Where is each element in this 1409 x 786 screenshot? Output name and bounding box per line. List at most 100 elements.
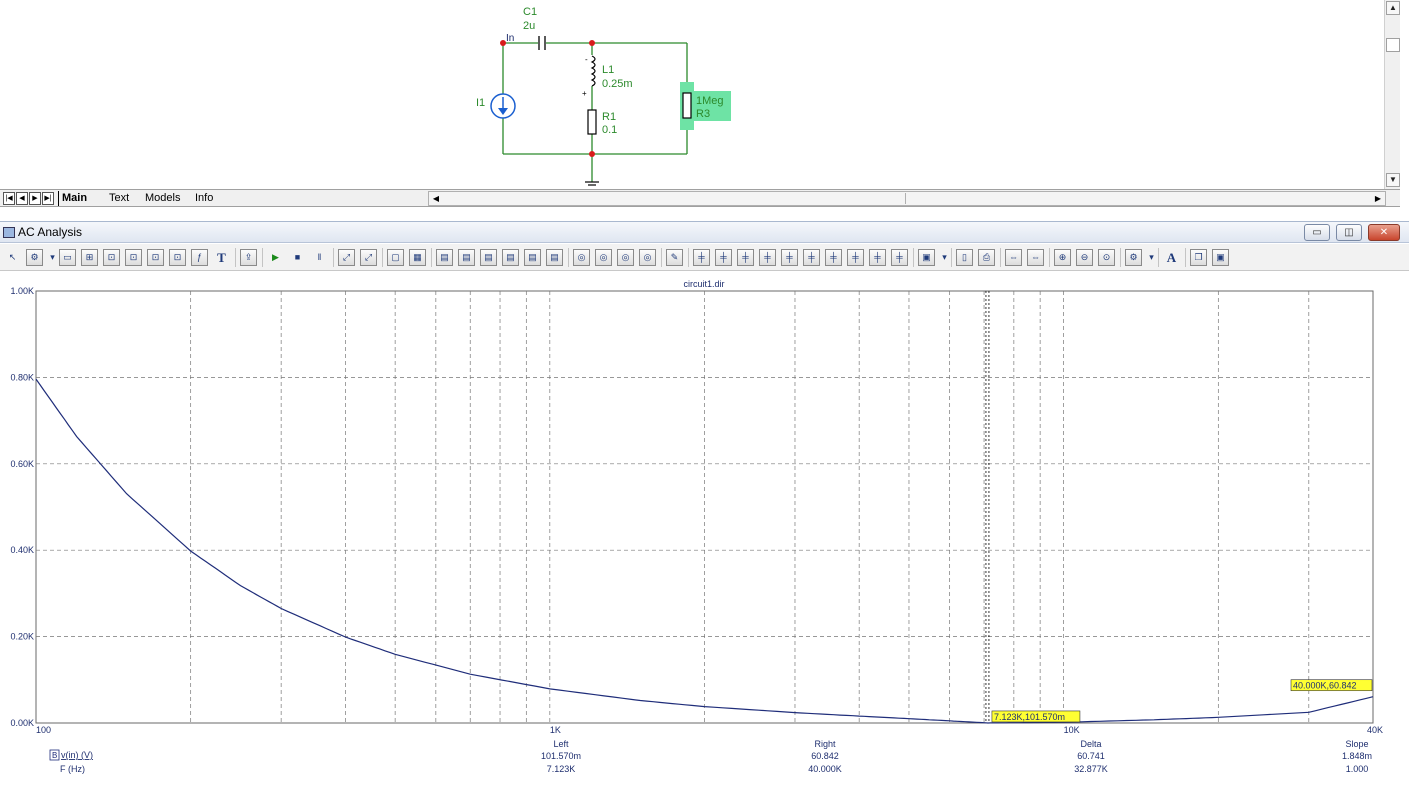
- y-tick-label: 0.60K: [10, 459, 34, 469]
- marker-icon[interactable]: ╪: [715, 249, 732, 266]
- layout-icon[interactable]: ▤: [458, 249, 475, 266]
- inductor-l1[interactable]: [590, 55, 596, 87]
- toolbar-separator: [1185, 248, 1186, 267]
- ac-analysis-plot[interactable]: circuit1.dir 0.00K 0.20K 0.40K 0.60K 0.80K 1.…: [0, 272, 1409, 781]
- layout-icon[interactable]: ▤: [524, 249, 541, 266]
- pointer-icon[interactable]: ↖: [4, 249, 21, 266]
- minimize-icon[interactable]: ▭: [1304, 224, 1330, 241]
- marker-icon[interactable]: ╪: [781, 249, 798, 266]
- print-icon[interactable]: ⎙: [978, 249, 995, 266]
- window-icon[interactable]: ▭: [59, 249, 76, 266]
- inductor-polarity-minus: -: [585, 55, 588, 64]
- zoom-icon[interactable]: ◎: [573, 249, 590, 266]
- copy-icon[interactable]: ❐: [1190, 249, 1207, 266]
- marker-icon[interactable]: ╪: [803, 249, 820, 266]
- zoom-icon[interactable]: ◎: [639, 249, 656, 266]
- plot-panel[interactable]: circuit1.dir 0.00K 0.20K 0.40K 0.60K 0.80K 1.…: [0, 272, 1409, 781]
- resistor-r3[interactable]: [682, 92, 692, 119]
- dropdown-icon[interactable]: ▾: [940, 249, 949, 266]
- close-icon[interactable]: ✕: [1368, 224, 1400, 241]
- layout-icon[interactable]: ▤: [436, 249, 453, 266]
- options-icon[interactable]: ⚙: [26, 249, 43, 266]
- layout-icon[interactable]: ▤: [502, 249, 519, 266]
- text-icon[interactable]: T: [213, 249, 230, 266]
- fit-icon[interactable]: ⇔: [1027, 249, 1044, 266]
- fit-icon[interactable]: ⇔: [1005, 249, 1022, 266]
- marker-icon[interactable]: ╪: [737, 249, 754, 266]
- zoom-icon[interactable]: ◎: [617, 249, 634, 266]
- scroll-up-button[interactable]: ▲: [1386, 1, 1400, 15]
- ac-analysis-titlebar[interactable]: AC Analysis ▭ ◫ ✕: [0, 221, 1409, 243]
- run-icon[interactable]: ▶: [267, 249, 284, 266]
- frame-icon[interactable]: ▢: [387, 249, 404, 266]
- x-tick-label: 100: [36, 725, 51, 735]
- stop-icon[interactable]: ■: [289, 249, 306, 266]
- l1-value: 0.25m: [602, 78, 633, 90]
- node-junction-top[interactable]: [589, 40, 595, 46]
- grid-icon[interactable]: ▦: [409, 249, 426, 266]
- scroll-left-button[interactable]: ◀: [430, 193, 442, 204]
- measurement-table: Left 101.570m 7.123K Right 60.842 40.000K Delt…: [541, 739, 1372, 774]
- maximize-icon[interactable]: ◫: [1336, 224, 1362, 241]
- measurement-x-value: 1.000: [1346, 764, 1369, 774]
- scroll-down-button[interactable]: ▼: [1386, 173, 1400, 187]
- tab-info[interactable]: Info: [192, 191, 226, 206]
- axis-icon[interactable]: ⊡: [147, 249, 164, 266]
- scroll-thumb[interactable]: [1386, 38, 1400, 52]
- marker-icon[interactable]: ╪: [759, 249, 776, 266]
- marker-icon[interactable]: ╪: [847, 249, 864, 266]
- cursor-icon[interactable]: ⤢: [338, 249, 355, 266]
- layout-icon[interactable]: ▤: [546, 249, 563, 266]
- tab-text[interactable]: Text: [106, 191, 142, 206]
- function-icon[interactable]: ƒ: [191, 249, 208, 266]
- zoom-fit-icon[interactable]: ⊞: [81, 249, 98, 266]
- axis-icon[interactable]: ⊡: [125, 249, 142, 266]
- y-tick-label: 0.40K: [10, 545, 34, 555]
- current-source-i1[interactable]: [490, 93, 516, 119]
- export-icon[interactable]: ⇪: [240, 249, 257, 266]
- legend-series-label[interactable]: v(in) (V): [61, 750, 93, 760]
- circuit-diagram[interactable]: C1 2u - + L1 0.25m R1 0.1 1Meg R3 I1 In: [0, 0, 1384, 189]
- marker-icon[interactable]: ╪: [891, 249, 908, 266]
- layout-icon[interactable]: ▤: [480, 249, 497, 266]
- node-junction-bottom[interactable]: [589, 151, 595, 157]
- dropdown-icon[interactable]: ▾: [1147, 249, 1156, 266]
- capacitor-c1[interactable]: [538, 36, 546, 50]
- paste-icon[interactable]: ▣: [918, 249, 935, 266]
- axis-icon[interactable]: ⊡: [169, 249, 186, 266]
- plot-title: circuit1.dir: [683, 279, 724, 289]
- last-sheet-icon[interactable]: ▶|: [42, 192, 54, 205]
- pause-icon[interactable]: ‖: [311, 249, 328, 266]
- schematic-vertical-scrollbar[interactable]: ▲ ▼: [1384, 0, 1400, 189]
- zoom-in-icon[interactable]: ⊕: [1054, 249, 1071, 266]
- l1-label: L1: [602, 64, 614, 76]
- scroll-right-button[interactable]: ▶: [1372, 193, 1384, 204]
- marker-icon[interactable]: ╪: [693, 249, 710, 266]
- measurement-y-value: 60.741: [1077, 751, 1105, 761]
- properties-icon[interactable]: ✎: [666, 249, 683, 266]
- page-icon[interactable]: ▯: [956, 249, 973, 266]
- next-sheet-icon[interactable]: ▶: [29, 192, 41, 205]
- options-icon[interactable]: ⚙: [1125, 249, 1142, 266]
- zoom-area-icon[interactable]: ⊙: [1098, 249, 1115, 266]
- schematic-horizontal-scrollbar[interactable]: ◀ ▶: [428, 191, 1386, 206]
- first-sheet-icon[interactable]: |◀: [3, 192, 15, 205]
- tab-models[interactable]: Models: [142, 191, 192, 206]
- font-icon[interactable]: A: [1163, 249, 1180, 266]
- axis-icon[interactable]: ⊡: [103, 249, 120, 266]
- zoom-icon[interactable]: ◎: [595, 249, 612, 266]
- legend-x-label: F (Hz): [60, 764, 85, 774]
- paste-icon[interactable]: ▣: [1212, 249, 1229, 266]
- tab-main[interactable]: Main: [58, 191, 106, 206]
- marker-icon[interactable]: ╪: [869, 249, 886, 266]
- cursor-icon[interactable]: ⤢: [360, 249, 377, 266]
- i1-label: I1: [476, 97, 485, 109]
- dropdown-icon[interactable]: ▾: [48, 249, 57, 266]
- marker-icon[interactable]: ╪: [825, 249, 842, 266]
- resistor-r1[interactable]: [587, 109, 597, 135]
- scroll-thumb-horizontal[interactable]: [446, 193, 906, 204]
- schematic-canvas[interactable]: C1 2u - + L1 0.25m R1 0.1 1Meg R3 I1 In: [0, 0, 1384, 189]
- ground-symbol: [585, 181, 599, 186]
- zoom-out-icon[interactable]: ⊖: [1076, 249, 1093, 266]
- prev-sheet-icon[interactable]: ◀: [16, 192, 28, 205]
